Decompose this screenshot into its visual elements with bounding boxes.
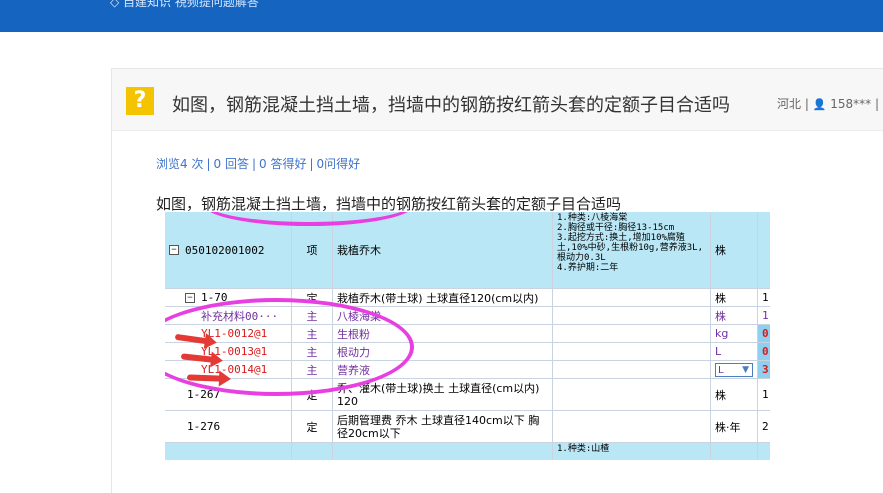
cell-code: YL1-0012@1 <box>165 325 292 342</box>
cell-unit: L ▼ <box>711 361 758 378</box>
cell-name: 营养液 <box>333 361 553 378</box>
cell-type: 主 <box>292 343 333 360</box>
question-meta: 河北 | 👤 158*** | <box>777 95 879 112</box>
cell-description <box>553 325 711 342</box>
cell-quantity: 2 <box>758 411 770 442</box>
question-stats: 浏览4 次 | 0 回答 | 0 答得好 | 0问得好 <box>156 157 361 171</box>
chevron-down-icon: ▼ <box>742 364 749 375</box>
table-row[interactable]: −1-70 定栽植乔木(带土球) 土球直径120(cm以内) 株 1 <box>165 289 770 307</box>
cell-unit <box>711 443 758 460</box>
meta-separator: | <box>804 97 813 111</box>
cell-quantity: 1 <box>758 379 770 410</box>
cell-type: 项 <box>292 212 333 288</box>
cell-description <box>553 411 711 442</box>
table-row[interactable]: 1.种类:山楂 <box>165 443 770 460</box>
collapse-toggle-icon[interactable]: − <box>185 292 195 303</box>
cell-description <box>553 361 711 378</box>
cell-unit: 株 <box>711 379 758 410</box>
top-nav-bar: ◇ 自建知识 視频提问题解答 <box>0 0 883 32</box>
cell-description <box>553 289 711 306</box>
cell-description <box>553 379 711 410</box>
views-count: 浏览4 次 <box>156 157 204 171</box>
cell-name: 根动力 <box>333 343 553 360</box>
cell-unit: 株 <box>711 289 758 306</box>
cell-description <box>553 343 711 360</box>
cell-quantity <box>758 212 770 288</box>
cell-code: YL1-0014@1 <box>165 361 292 378</box>
cell-name: 生根粉 <box>333 325 553 342</box>
table-row[interactable]: 1-267 定乔、灌木(带土球)换土 土球直径(cm以内) 120 株 1 <box>165 379 770 411</box>
cell-quantity <box>758 443 770 460</box>
unit-dropdown[interactable]: L ▼ <box>715 362 753 377</box>
cell-code-text: YL1-0013@1 <box>201 345 268 358</box>
cell-type: 主 <box>292 361 333 378</box>
cell-type: 主 <box>292 325 333 342</box>
top-nav-text[interactable]: ◇ 自建知识 視频提问题解答 <box>110 0 259 10</box>
cell-code: −050102001002 <box>165 212 292 288</box>
question-card: ? 如图，钢筋混凝土挡土墙，挡墙中的钢筋按红箭头套的定额子目合适吗 河北 | 👤… <box>111 68 883 493</box>
good-count[interactable]: 0 答得好 <box>259 157 306 171</box>
cell-name: 栽植乔木 <box>333 212 553 288</box>
cell-code-text: 1-70 <box>201 291 228 304</box>
table-row[interactable]: −050102001002 项栽植乔木 1.种类:八棱海棠 2.胸径或干径:胸径13… <box>165 212 770 289</box>
meta-separator: | <box>874 97 880 111</box>
user-name[interactable]: 158*** <box>830 97 871 111</box>
cell-code: YL1-0013@1 <box>165 343 292 360</box>
cell-type <box>292 443 333 460</box>
question-header: ? 如图，钢筋混凝土挡土墙，挡墙中的钢筋按红箭头套的定额子目合适吗 河北 | 👤… <box>112 69 883 131</box>
region-label[interactable]: 河北 <box>777 97 801 111</box>
attached-screenshot[interactable]: −050102001002 项栽植乔木 1.种类:八棱海棠 2.胸径或干径:胸径13… <box>165 212 770 460</box>
cell-code-text: 1-267 <box>187 388 221 401</box>
user-icon: 👤 <box>812 98 827 111</box>
cell-name: 八棱海棠 <box>333 307 553 324</box>
cell-code: 1-267 <box>165 379 292 410</box>
cell-quantity: 3 <box>758 361 770 378</box>
cell-description: 1.种类:八棱海棠 2.胸径或干径:胸径13-15cm 3.起挖方式:换土,增加… <box>553 212 711 288</box>
cell-description <box>553 307 711 324</box>
cell-description: 1.种类:山楂 <box>553 443 711 460</box>
cell-unit: L <box>711 343 758 360</box>
cell-unit: 株 <box>711 307 758 324</box>
cell-unit: kg <box>711 325 758 342</box>
cell-quantity: 1 <box>758 307 770 324</box>
cell-code: −1-70 <box>165 289 292 306</box>
question-body: 如图，钢筋混凝土挡土墙，挡墙中的钢筋按红箭头套的定额子目合适吗 <box>156 195 622 213</box>
table-row[interactable]: 1-276 定后期管理费 乔木 土球直径140cm以下 胸径20cm以下 株·年 2 <box>165 411 770 443</box>
table-row[interactable]: YL1-0013@1 主根动力 L0.3 <box>165 343 770 361</box>
cell-quantity: 0.0 <box>758 325 770 342</box>
collapse-toggle-icon[interactable]: − <box>169 245 179 255</box>
cell-type: 定 <box>292 379 333 410</box>
question-mark-icon: ? <box>126 87 154 115</box>
helpful-count[interactable]: 0问得好 <box>317 157 361 171</box>
cell-name: 乔、灌木(带土球)换土 土球直径(cm以内) 120 <box>333 379 553 410</box>
cell-name: 栽植乔木(带土球) 土球直径120(cm以内) <box>333 289 553 306</box>
cell-code <box>165 443 292 460</box>
cell-type: 定 <box>292 289 333 306</box>
cell-code-text: 补充材料00··· <box>201 309 279 323</box>
cell-unit: 株 <box>711 212 758 288</box>
cell-code-text: YL1-0014@1 <box>201 363 268 376</box>
cell-code: 1-276 <box>165 411 292 442</box>
cell-name: 后期管理费 乔木 土球直径140cm以下 胸径20cm以下 <box>333 411 553 442</box>
cell-unit: 株·年 <box>711 411 758 442</box>
answers-count[interactable]: 0 回答 <box>214 157 249 171</box>
cell-type: 主 <box>292 307 333 324</box>
cell-name <box>333 443 553 460</box>
table-row[interactable]: YL1-0014@1 主营养液 L ▼ 3 <box>165 361 770 379</box>
cell-type: 定 <box>292 411 333 442</box>
table-row[interactable]: 补充材料00··· 主八棱海棠 株 1 <box>165 307 770 325</box>
cell-code: 补充材料00··· <box>165 307 292 324</box>
cell-code-text: 050102001002 <box>185 243 265 257</box>
cell-quantity: 0.3 <box>758 343 770 360</box>
unit-dropdown-value: L <box>718 364 724 376</box>
question-title: 如图，钢筋混凝土挡土墙，挡墙中的钢筋按红箭头套的定额子目合适吗 <box>172 95 730 116</box>
cell-code-text: YL1-0012@1 <box>201 327 268 340</box>
cell-code-text: 1-276 <box>187 420 221 433</box>
table-row[interactable]: YL1-0012@1 主生根粉 kg0.0 <box>165 325 770 343</box>
cell-quantity: 1 <box>758 289 770 306</box>
